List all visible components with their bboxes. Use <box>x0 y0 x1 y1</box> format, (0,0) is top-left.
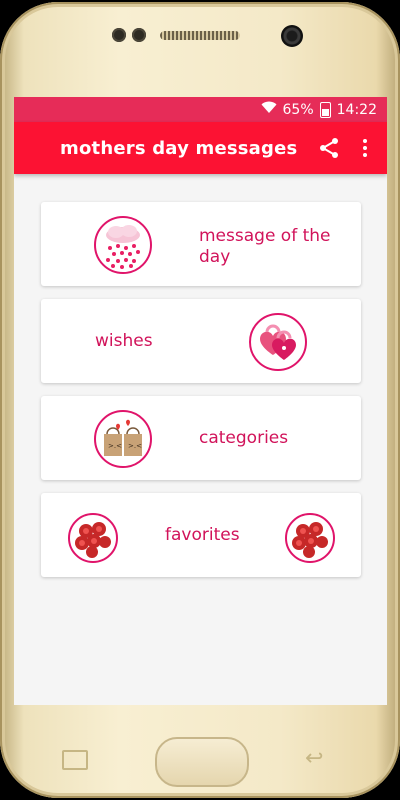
battery-percent: 65% <box>282 101 314 118</box>
phone-frame: 65% 14:22 mothers day messages message o… <box>0 2 400 798</box>
earpiece-speaker <box>160 31 240 40</box>
svg-text:>.<: >.< <box>128 442 142 450</box>
gift-bags-icon: >.< >.< <box>94 410 152 468</box>
more-options-icon[interactable] <box>353 136 377 160</box>
flower-bouquet-icon <box>285 513 335 563</box>
favorites-card[interactable]: favorites <box>41 493 361 577</box>
rain-of-hearts-icon <box>94 216 152 274</box>
app-bar: mothers day messages <box>14 122 387 174</box>
message-of-the-day-label: message of the day <box>199 226 331 267</box>
categories-card[interactable]: >.< >.< categories <box>41 396 361 480</box>
wishes-label: wishes <box>95 331 153 351</box>
battery-icon <box>319 101 331 118</box>
categories-label: categories <box>199 428 289 448</box>
menu-list: message of the day wishes >.< >.< catego… <box>14 174 387 577</box>
svg-text:>.<: >.< <box>108 442 122 450</box>
clock: 14:22 <box>336 101 377 118</box>
home-button[interactable] <box>155 737 249 787</box>
flower-bouquet-icon <box>68 513 118 563</box>
wifi-icon <box>261 101 277 118</box>
message-of-the-day-card[interactable]: message of the day <box>41 202 361 286</box>
app-title: mothers day messages <box>60 137 298 159</box>
recent-apps-icon[interactable] <box>62 750 88 770</box>
status-bar: 65% 14:22 <box>14 97 387 122</box>
heart-locks-icon <box>249 313 307 371</box>
front-camera <box>281 25 303 47</box>
wishes-card[interactable]: wishes <box>41 299 361 383</box>
sensor-dots <box>112 28 146 42</box>
screen: 65% 14:22 mothers day messages message o… <box>14 97 387 705</box>
favorites-label: favorites <box>165 525 240 545</box>
back-icon[interactable]: ↩ <box>305 746 323 771</box>
share-icon[interactable] <box>317 136 341 160</box>
